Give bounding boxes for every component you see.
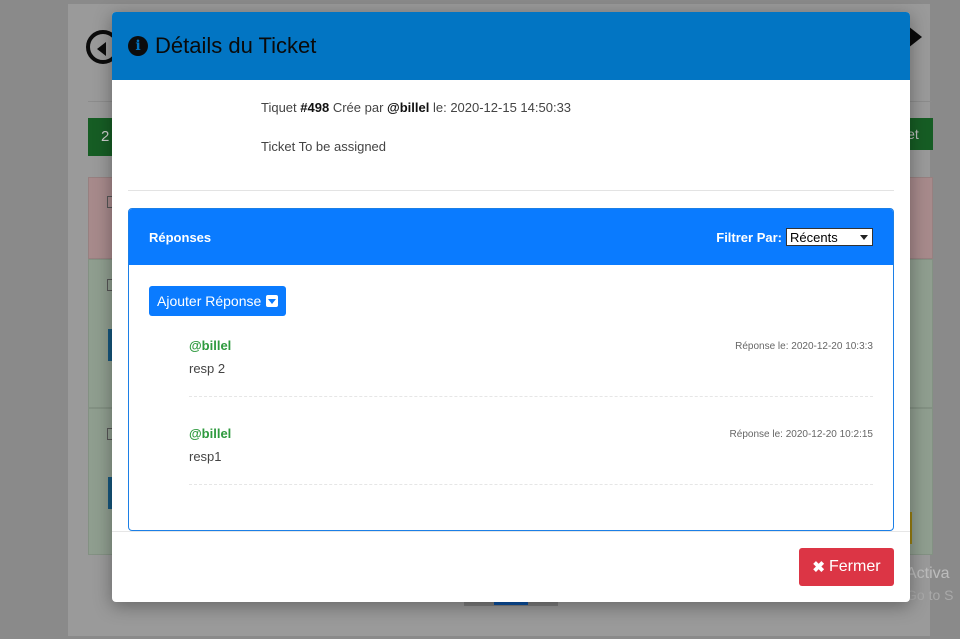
response-date: Réponse le: 2020-12-20 10:2:15: [729, 429, 873, 440]
date-label: le:: [432, 100, 447, 115]
chevron-down-icon: [860, 234, 868, 240]
divider: [128, 190, 894, 191]
windows-activation-subtext: Go to S: [906, 587, 954, 603]
response-date: Réponse le: 2020-12-20 10:3:3: [735, 341, 873, 352]
response-text: resp1: [189, 449, 222, 464]
response-author[interactable]: @billel: [189, 338, 231, 353]
forward-arrow-icon: [908, 26, 922, 48]
caret-square-down-icon: [266, 295, 279, 307]
responses-header: Réponses Filtrer Par: Récents: [129, 209, 893, 265]
response-author[interactable]: @billel: [189, 426, 231, 441]
response-text: resp 2: [189, 361, 226, 376]
filter-label: Filtrer Par:: [716, 229, 782, 245]
created-by-label: Crée par: [332, 100, 384, 115]
add-response-button[interactable]: Ajouter Réponse: [149, 286, 287, 316]
ticket-author: @billel: [387, 100, 430, 115]
filter-group: Filtrer Par: Récents: [716, 228, 873, 246]
windows-activation-text: Activa: [906, 565, 950, 582]
close-button[interactable]: ✖ Fermer: [799, 548, 894, 586]
ticket-details-modal: i Détails du Ticket Tiquet #498 Crée par…: [112, 12, 910, 602]
responses-title: Réponses: [149, 229, 212, 245]
modal-header: i Détails du Ticket: [112, 12, 910, 80]
info-icon: i: [128, 36, 148, 56]
modal-footer-divider: [112, 531, 910, 532]
filter-selected-value: Récents: [790, 229, 838, 245]
modal-title: Détails du Ticket: [155, 33, 317, 58]
ticket-description: Ticket To be assigned: [261, 139, 387, 154]
response-item: @billel Réponse le: 2020-12-20 10:2:15 r…: [189, 426, 873, 485]
ticket-prefix: Tiquet: [261, 100, 297, 115]
filter-select[interactable]: Récents: [786, 228, 873, 246]
ticket-meta: Tiquet #498 Crée par @billel le: 2020-12…: [261, 100, 571, 115]
close-button-label: Fermer: [829, 558, 881, 575]
responses-panel: Réponses Filtrer Par: Récents Ajouter Ré…: [128, 208, 894, 531]
add-response-label: Ajouter Réponse: [157, 293, 262, 309]
ticket-date: 2020-12-15 14:50:33: [450, 100, 572, 115]
ticket-number: #498: [300, 100, 330, 115]
response-item: @billel Réponse le: 2020-12-20 10:3:3 re…: [189, 338, 873, 397]
close-icon: ✖: [812, 559, 825, 576]
